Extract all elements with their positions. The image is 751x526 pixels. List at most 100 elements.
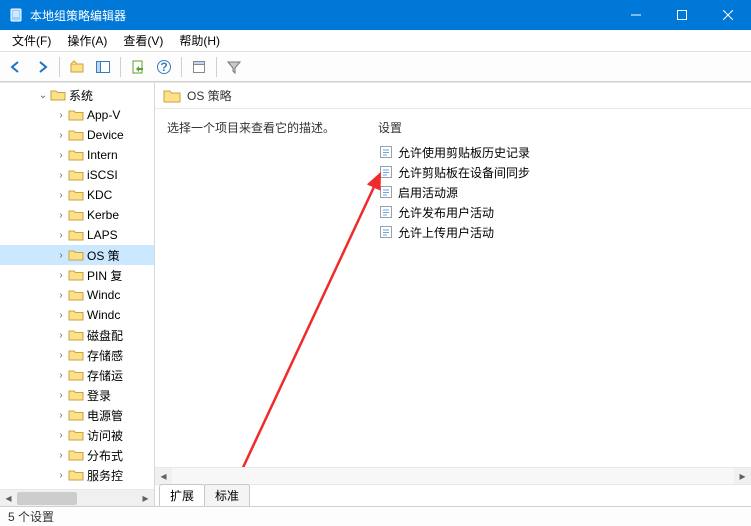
- tree-node-label: 访问被: [87, 427, 123, 444]
- minimize-button[interactable]: [613, 0, 659, 30]
- menu-file[interactable]: 文件(F): [6, 30, 57, 51]
- tab-standard[interactable]: 标准: [204, 484, 250, 506]
- toolbar-separator: [59, 57, 60, 77]
- tree-horizontal-scrollbar[interactable]: ◂ ▸: [0, 489, 154, 506]
- folder-icon: [68, 107, 84, 123]
- detail-title: OS 策略: [187, 87, 232, 104]
- setting-item[interactable]: 允许发布用户活动: [370, 202, 751, 222]
- app-icon: [8, 7, 24, 23]
- tree-node[interactable]: ›登录: [0, 385, 154, 405]
- help-button[interactable]: ?: [152, 55, 176, 79]
- tree-node[interactable]: › 访问被: [0, 425, 154, 445]
- folder-icon: [68, 247, 84, 263]
- tree-node-root[interactable]: ⌄ 系统: [0, 85, 154, 105]
- setting-item[interactable]: 允许使用剪贴板历史记录: [370, 142, 751, 162]
- detail-pane: OS 策略 选择一个项目来查看它的描述。 设置 允许使用剪贴板历史记录允许剪贴板…: [155, 83, 751, 506]
- window-title: 本地组策略编辑器: [30, 7, 613, 24]
- folder-icon: [68, 427, 84, 443]
- close-button[interactable]: [705, 0, 751, 30]
- tree-node[interactable]: › OS 策: [0, 245, 154, 265]
- properties-button[interactable]: [187, 55, 211, 79]
- tree-node[interactable]: › iSCSI: [0, 165, 154, 185]
- up-button[interactable]: [65, 55, 89, 79]
- toolbar-separator: [120, 57, 121, 77]
- expand-icon[interactable]: ›: [54, 150, 68, 161]
- tree-node-label: 服务控: [87, 467, 123, 484]
- menu-view[interactable]: 查看(V): [117, 30, 169, 51]
- folder-icon: [68, 287, 84, 303]
- maximize-button[interactable]: [659, 0, 705, 30]
- tree-node[interactable]: ›KDC: [0, 185, 154, 205]
- expand-icon[interactable]: ›: [54, 230, 68, 241]
- expand-icon[interactable]: ›: [54, 310, 68, 321]
- expand-icon[interactable]: ›: [54, 450, 68, 461]
- expand-icon[interactable]: ›: [54, 190, 68, 201]
- expand-icon[interactable]: ›: [54, 430, 68, 441]
- settings-column-header[interactable]: 设置: [370, 115, 751, 142]
- tree-node-label: 存储感: [87, 347, 123, 364]
- folder-icon: [68, 467, 84, 483]
- tree-node[interactable]: › 服务控: [0, 465, 154, 485]
- expand-icon[interactable]: ›: [54, 250, 68, 261]
- scroll-track[interactable]: [172, 468, 734, 485]
- tree-node[interactable]: ›LAPS: [0, 225, 154, 245]
- tree-node[interactable]: ›Intern: [0, 145, 154, 165]
- scroll-right-button[interactable]: ▸: [137, 490, 154, 507]
- tree-node-label: Device: [87, 128, 124, 142]
- scroll-left-button[interactable]: ◂: [155, 468, 172, 485]
- tree-node-label: iSCSI: [87, 168, 118, 182]
- policy-icon: [378, 204, 394, 220]
- menu-action[interactable]: 操作(A): [61, 30, 113, 51]
- tree-node-label: Windc: [87, 288, 120, 302]
- filter-button[interactable]: [222, 55, 246, 79]
- scroll-track[interactable]: [17, 490, 137, 507]
- tree-node[interactable]: › 存储感: [0, 345, 154, 365]
- setting-item[interactable]: 允许上传用户活动: [370, 222, 751, 242]
- collapse-icon[interactable]: ⌄: [36, 90, 50, 101]
- folder-icon: [68, 407, 84, 423]
- tree-node[interactable]: ›磁盘配: [0, 325, 154, 345]
- tree-node[interactable]: ›PIN 复: [0, 265, 154, 285]
- content: ⌄ 系统 ›App-V›Device›Intern›iSCSI›KDC›Kerb…: [0, 82, 751, 506]
- detail-horizontal-scrollbar[interactable]: ◂ ▸: [155, 467, 751, 484]
- forward-button[interactable]: [30, 55, 54, 79]
- expand-icon[interactable]: ›: [54, 110, 68, 121]
- tree-node[interactable]: › Windc: [0, 285, 154, 305]
- expand-icon[interactable]: ›: [54, 210, 68, 221]
- folder-icon: [68, 187, 84, 203]
- expand-icon[interactable]: ›: [54, 370, 68, 381]
- expand-icon[interactable]: ›: [54, 410, 68, 421]
- back-button[interactable]: [4, 55, 28, 79]
- expand-icon[interactable]: ›: [54, 270, 68, 281]
- expand-icon[interactable]: ›: [54, 170, 68, 181]
- policy-icon: [378, 224, 394, 240]
- expand-icon[interactable]: ›: [54, 330, 68, 341]
- expand-icon[interactable]: ›: [54, 130, 68, 141]
- tree-node[interactable]: ›电源管: [0, 405, 154, 425]
- expand-icon[interactable]: ›: [54, 290, 68, 301]
- tree-node[interactable]: ›存储运: [0, 365, 154, 385]
- tab-extended[interactable]: 扩展: [159, 484, 205, 506]
- scroll-thumb[interactable]: [17, 492, 77, 505]
- expand-icon[interactable]: ›: [54, 390, 68, 401]
- expand-icon[interactable]: ›: [54, 470, 68, 481]
- export-list-button[interactable]: [126, 55, 150, 79]
- menu-help[interactable]: 帮助(H): [173, 30, 226, 51]
- menubar: 文件(F) 操作(A) 查看(V) 帮助(H): [0, 30, 751, 52]
- expand-icon[interactable]: ›: [54, 350, 68, 361]
- tree-node[interactable]: ›分布式: [0, 445, 154, 465]
- setting-item[interactable]: 启用活动源: [370, 182, 751, 202]
- folder-icon: [68, 307, 84, 323]
- show-hide-tree-button[interactable]: [91, 55, 115, 79]
- tree-node-label: OS 策: [87, 247, 120, 264]
- tree-scroll[interactable]: ⌄ 系统 ›App-V›Device›Intern›iSCSI›KDC›Kerb…: [0, 83, 154, 489]
- scroll-left-button[interactable]: ◂: [0, 490, 17, 507]
- folder-icon: [68, 227, 84, 243]
- tree-node[interactable]: ›Windc: [0, 305, 154, 325]
- tree-node[interactable]: ›Kerbe: [0, 205, 154, 225]
- scroll-right-button[interactable]: ▸: [734, 468, 751, 485]
- tree-node[interactable]: › Device: [0, 125, 154, 145]
- detail-body: 选择一个项目来查看它的描述。 设置 允许使用剪贴板历史记录允许剪贴板在设备间同步…: [155, 109, 751, 467]
- setting-item[interactable]: 允许剪贴板在设备间同步: [370, 162, 751, 182]
- tree-node[interactable]: ›App-V: [0, 105, 154, 125]
